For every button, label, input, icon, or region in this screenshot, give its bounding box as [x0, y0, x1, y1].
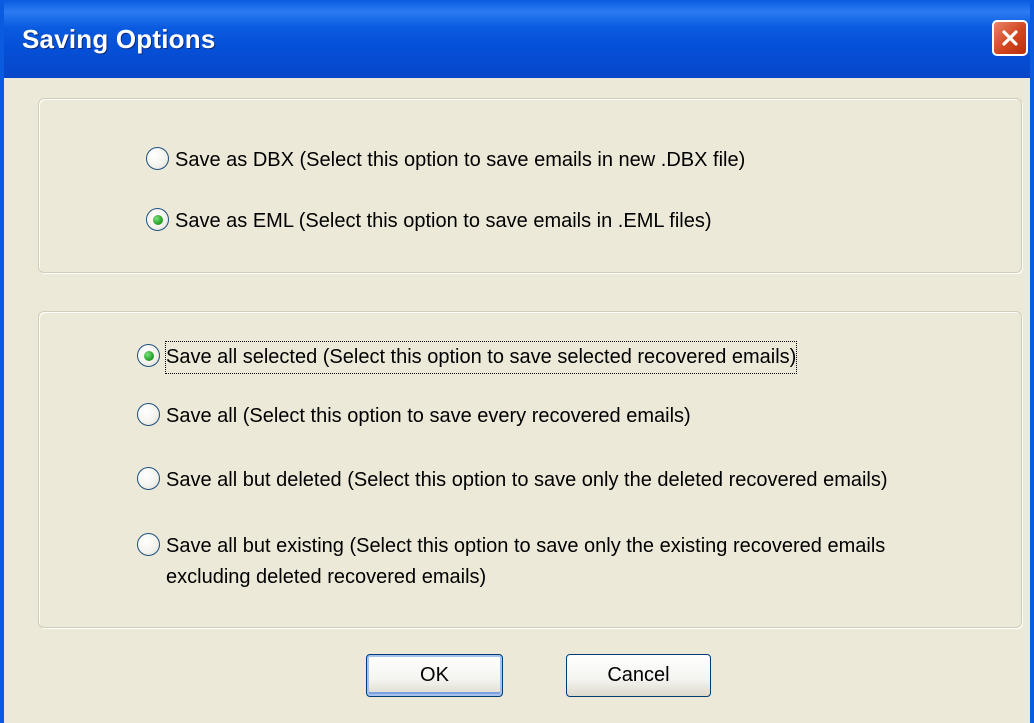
radio-save-all-but-existing[interactable]: Save all but existing (Select this optio… [137, 531, 966, 593]
radio-button-all-but-existing[interactable] [137, 533, 160, 556]
close-x-icon [1002, 30, 1018, 46]
radio-dot [152, 214, 163, 225]
radio-dot [143, 350, 154, 361]
radio-label-all-but-existing: Save all but existing (Select this optio… [166, 535, 886, 588]
radio-label-dbx: Save as DBX (Select this option to save … [175, 149, 746, 171]
close-button[interactable] [992, 20, 1028, 56]
radio-button-dbx[interactable] [146, 147, 169, 170]
radio-label-all-but-deleted: Save all but deleted (Select this option… [166, 469, 888, 491]
radio-button-all-selected[interactable] [137, 344, 160, 367]
radio-label-all: Save all (Select this option to save eve… [166, 405, 691, 427]
radio-save-all-but-deleted[interactable]: Save all but deleted (Select this option… [137, 465, 888, 496]
saving-options-dialog: Saving Options Save as DBX (Select this … [0, 0, 1034, 723]
title-bar[interactable]: Saving Options [4, 0, 1030, 78]
dialog-title: Saving Options [22, 24, 216, 54]
radio-save-as-dbx[interactable]: Save as DBX (Select this option to save … [146, 145, 745, 176]
radio-button-all-but-deleted[interactable] [137, 467, 160, 490]
cancel-button[interactable]: Cancel [566, 654, 711, 697]
radio-label-all-selected: Save all selected (Select this option to… [164, 341, 798, 374]
radio-save-all-selected[interactable]: Save all selected (Select this option to… [137, 341, 798, 374]
radio-button-all[interactable] [137, 403, 160, 426]
radio-button-eml[interactable] [146, 208, 169, 231]
ok-button[interactable]: OK [366, 654, 503, 697]
radio-save-all[interactable]: Save all (Select this option to save eve… [137, 401, 691, 432]
radio-label-eml: Save as EML (Select this option to save … [175, 210, 712, 232]
save-format-group [38, 98, 1022, 273]
radio-save-as-eml[interactable]: Save as EML (Select this option to save … [146, 206, 712, 237]
